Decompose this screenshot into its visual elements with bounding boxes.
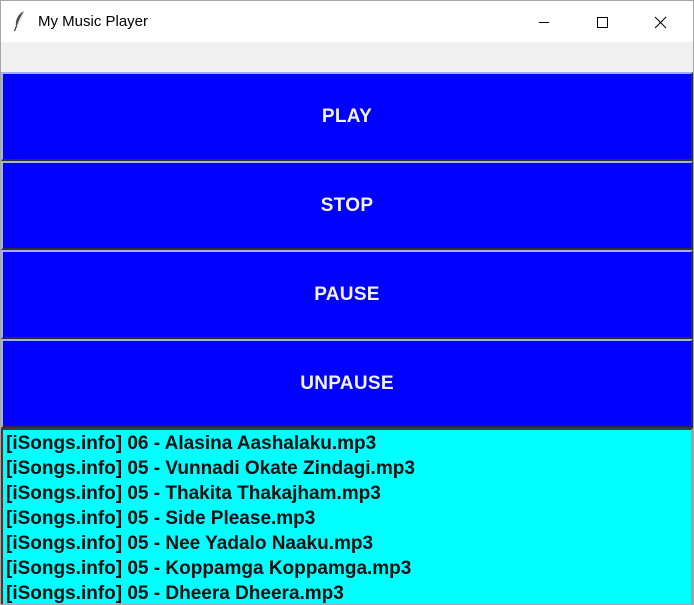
maximize-icon [597,17,608,28]
title-bar[interactable]: My Music Player [1,1,693,42]
playlist-item[interactable]: [iSongs.info] 05 - Nee Yadalo Naaku.mp3 [3,531,691,556]
close-icon [654,16,667,29]
playlist-item[interactable]: [iSongs.info] 05 - Thakita Thakajham.mp3 [3,481,691,506]
feather-icon [13,10,27,32]
music-player-window: My Music Player PLAY STOP PAUSE UNPAUSE … [0,0,694,605]
playlist-item[interactable]: [iSongs.info] 05 - Side Please.mp3 [3,506,691,531]
stop-button[interactable]: STOP [1,161,693,250]
playlist-listbox[interactable]: [iSongs.info] 06 - Alasina Aashalaku.mp3… [1,428,693,604]
menu-strip [1,42,693,72]
play-button[interactable]: PLAY [1,72,693,161]
close-button[interactable] [631,1,689,42]
unpause-button[interactable]: UNPAUSE [1,339,693,428]
playlist-item[interactable]: [iSongs.info] 06 - Alasina Aashalaku.mp3 [3,431,691,456]
playlist-item[interactable]: [iSongs.info] 05 - Vunnadi Okate Zindagi… [3,456,691,481]
maximize-button[interactable] [573,1,631,42]
player-controls: PLAY STOP PAUSE UNPAUSE [1,72,693,428]
window-title: My Music Player [38,13,149,30]
minimize-button[interactable] [515,1,573,42]
pause-button[interactable]: PAUSE [1,250,693,339]
playlist-item[interactable]: [iSongs.info] 05 - Koppamga Koppamga.mp3 [3,556,691,581]
playlist-item[interactable]: [iSongs.info] 05 - Dheera Dheera.mp3 [3,581,691,604]
minimize-icon [539,22,549,23]
